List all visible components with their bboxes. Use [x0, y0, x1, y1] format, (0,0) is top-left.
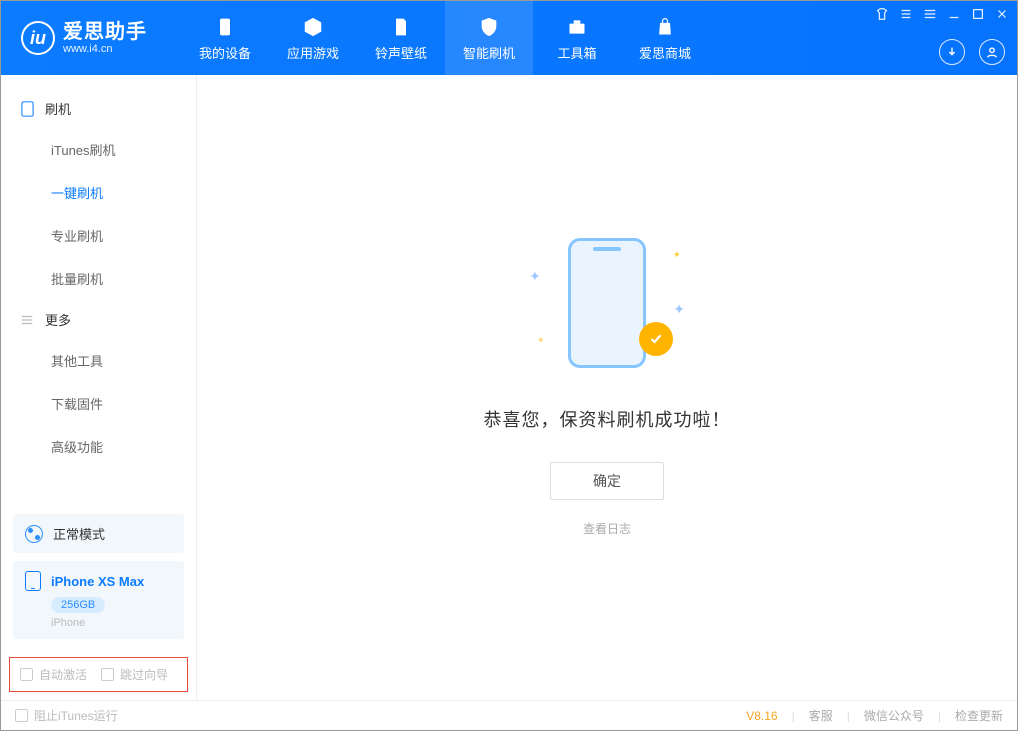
main-content: ✦ ✦ ✦ ✦ 恭喜您，保资料刷机成功啦！ 确定 查看日志 — [197, 75, 1017, 700]
tab-label: 我的设备 — [199, 43, 251, 62]
logo: iu 爱思助手 www.i4.cn — [1, 1, 181, 75]
tab-label: 智能刷机 — [463, 43, 515, 62]
sidebar-group-flash: 刷机 — [1, 89, 196, 128]
device-name: iPhone XS Max — [51, 574, 144, 589]
view-log-link[interactable]: 查看日志 — [583, 520, 631, 537]
phone-icon — [213, 15, 237, 39]
normal-mode-icon — [25, 525, 43, 543]
app-title: 爱思助手 — [63, 21, 147, 43]
tab-label: 应用游戏 — [287, 43, 339, 62]
maximize-icon[interactable] — [971, 7, 985, 21]
checkbox-auto-activate[interactable]: 自动激活 — [20, 666, 87, 683]
sparkle-icon: ✦ — [673, 250, 681, 261]
device-box[interactable]: iPhone XS Max 256GB iPhone — [13, 561, 184, 639]
wechat-link[interactable]: 微信公众号 — [864, 707, 924, 724]
separator: | — [792, 709, 795, 723]
ok-button[interactable]: 确定 — [550, 462, 664, 500]
header: iu 爱思助手 www.i4.cn 我的设备 应用游戏 铃声壁纸 智能刷机 — [1, 1, 1017, 75]
checkbox-label: 跳过向导 — [120, 666, 168, 683]
success-message: 恭喜您，保资料刷机成功啦！ — [484, 406, 731, 432]
checkbox-label: 阻止iTunes运行 — [34, 707, 118, 724]
tab-label: 工具箱 — [557, 43, 596, 62]
customer-service-link[interactable]: 客服 — [809, 707, 833, 724]
success-illustration: ✦ ✦ ✦ ✦ — [547, 238, 667, 378]
capacity-badge: 256GB — [51, 597, 105, 613]
footer: 阻止iTunes运行 V8.16 | 客服 | 微信公众号 | 检查更新 — [1, 700, 1017, 730]
minimize-icon[interactable] — [947, 7, 961, 21]
header-user-area — [939, 39, 1005, 65]
checkbox-icon — [15, 709, 28, 722]
bag-icon — [653, 15, 677, 39]
list-icon[interactable] — [899, 7, 913, 21]
highlight-options: 自动激活 跳过向导 — [9, 657, 188, 692]
checkbox-block-itunes[interactable]: 阻止iTunes运行 — [15, 707, 118, 724]
phone-illustration — [568, 238, 646, 368]
music-file-icon — [389, 15, 413, 39]
logo-icon: iu — [21, 21, 55, 55]
download-icon[interactable] — [939, 39, 965, 65]
list-outline-icon — [19, 312, 35, 328]
phone-outline-icon — [19, 101, 35, 117]
tab-store[interactable]: 爱思商城 — [621, 1, 709, 75]
sidebar-item-advanced[interactable]: 高级功能 — [1, 425, 196, 468]
sidebar: 刷机 iTunes刷机 一键刷机 专业刷机 批量刷机 更多 其他工具 下载固件 … — [1, 75, 197, 700]
device-phone-icon — [25, 571, 41, 591]
sidebar-group-more: 更多 — [1, 300, 196, 339]
cube-icon — [301, 15, 325, 39]
device-type: iPhone — [51, 617, 172, 629]
top-tabs: 我的设备 应用游戏 铃声壁纸 智能刷机 工具箱 爱思商城 — [181, 1, 709, 75]
user-icon[interactable] — [979, 39, 1005, 65]
mode-label: 正常模式 — [53, 524, 105, 543]
sidebar-item-pro-flash[interactable]: 专业刷机 — [1, 214, 196, 257]
tab-my-device[interactable]: 我的设备 — [181, 1, 269, 75]
window-controls — [875, 7, 1009, 21]
app-subtitle: www.i4.cn — [63, 43, 147, 55]
sidebar-item-other-tools[interactable]: 其他工具 — [1, 339, 196, 382]
tshirt-icon[interactable] — [875, 7, 889, 21]
checkbox-label: 自动激活 — [39, 666, 87, 683]
close-icon[interactable] — [995, 7, 1009, 21]
group-label: 刷机 — [45, 99, 71, 118]
sidebar-item-batch-flash[interactable]: 批量刷机 — [1, 257, 196, 300]
tab-tools[interactable]: 工具箱 — [533, 1, 621, 75]
version-label: V8.16 — [746, 709, 777, 723]
tab-label: 铃声壁纸 — [375, 43, 427, 62]
mode-box[interactable]: 正常模式 — [13, 514, 184, 553]
tab-apps[interactable]: 应用游戏 — [269, 1, 357, 75]
tab-ringtones[interactable]: 铃声壁纸 — [357, 1, 445, 75]
toolbox-icon — [565, 15, 589, 39]
shield-sync-icon — [477, 15, 501, 39]
body: 刷机 iTunes刷机 一键刷机 专业刷机 批量刷机 更多 其他工具 下载固件 … — [1, 75, 1017, 700]
app-window: iu 爱思助手 www.i4.cn 我的设备 应用游戏 铃声壁纸 智能刷机 — [0, 0, 1018, 731]
sparkle-icon: ✦ — [673, 301, 685, 318]
menu-icon[interactable] — [923, 7, 937, 21]
separator: | — [938, 709, 941, 723]
sparkle-icon: ✦ — [529, 268, 541, 285]
checkbox-icon — [20, 668, 33, 681]
sidebar-item-itunes-flash[interactable]: iTunes刷机 — [1, 128, 196, 171]
group-label: 更多 — [45, 310, 71, 329]
sparkle-icon: ✦ — [537, 335, 545, 346]
checkbox-icon — [101, 668, 114, 681]
tab-flash[interactable]: 智能刷机 — [445, 1, 533, 75]
checkbox-skip-guide[interactable]: 跳过向导 — [101, 666, 168, 683]
sidebar-item-onekey-flash[interactable]: 一键刷机 — [1, 171, 196, 214]
check-update-link[interactable]: 检查更新 — [955, 707, 1003, 724]
footer-right: V8.16 | 客服 | 微信公众号 | 检查更新 — [746, 707, 1003, 724]
separator: | — [847, 709, 850, 723]
tab-label: 爱思商城 — [639, 43, 691, 62]
check-badge-icon — [639, 322, 673, 356]
sidebar-item-download-firmware[interactable]: 下载固件 — [1, 382, 196, 425]
